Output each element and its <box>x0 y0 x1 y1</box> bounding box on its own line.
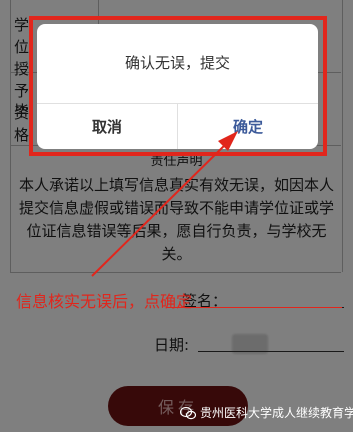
annotation-underline <box>166 307 342 308</box>
annotation-arrow-icon <box>91 131 238 277</box>
watermark-text: 贵州医科大学成人继续教育学院 <box>200 406 353 420</box>
wechat-official-account-icon <box>180 406 196 419</box>
watermark: 贵州医科大学成人继续教育学院 <box>180 404 353 421</box>
annotation-text: 信息核实无误后，点确定 <box>16 292 193 311</box>
screen: 学位授予资格 毕 责任声明 本人承诺以上填写信息真实有效无误，如因本人提交信息虚… <box>0 0 353 432</box>
